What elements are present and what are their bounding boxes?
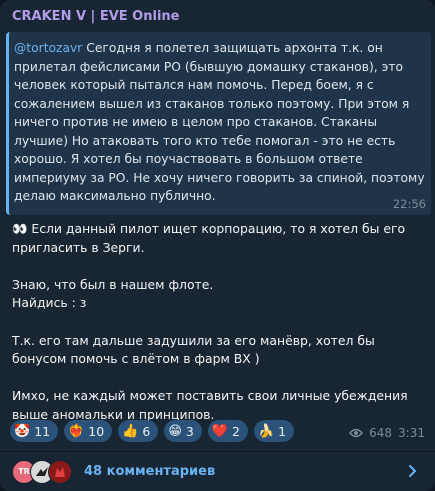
post-meta: 648 3:31	[349, 426, 425, 440]
quote-body: Сегодня я полетел защищать архонта т.к. …	[14, 41, 425, 203]
reaction-clown[interactable]: 🤡 11	[10, 420, 59, 442]
reaction-count: 10	[88, 423, 105, 439]
reaction-heart-on-fire[interactable]: ❤️‍🔥 10	[64, 420, 113, 442]
avatar	[48, 459, 72, 484]
reaction-thumbs-up[interactable]: 👍 6	[118, 420, 159, 442]
heart-on-fire-icon: ❤️‍🔥	[68, 423, 85, 439]
eye-icon	[349, 428, 364, 438]
reaction-count: 3	[185, 423, 194, 439]
reaction-count: 11	[34, 423, 51, 439]
reactions-bar: 🤡 11 ❤️‍🔥 10 👍 6 😁 3 ❤️ 2 🍌 1	[10, 420, 295, 444]
commenter-avatars: TR	[12, 459, 76, 484]
thumbs-up-icon: 👍	[122, 423, 139, 439]
post-body: 👀 Если данный пилот ищет корпорацию, то …	[12, 221, 408, 422]
grinning-face-icon: 😁	[168, 423, 182, 439]
chevron-right-icon	[409, 465, 417, 477]
banana-icon: 🍌	[257, 423, 275, 439]
reaction-heart[interactable]: ❤️ 2	[207, 420, 248, 442]
clown-face-icon: 🤡	[14, 423, 31, 439]
channel-post: CRAKEN V | EVE Online @tortozavr Сегодня…	[0, 0, 435, 491]
mention-link[interactable]: @tortozavr	[14, 41, 82, 55]
dragon-icon	[55, 466, 65, 477]
reaction-count: 2	[232, 423, 240, 439]
reaction-banana[interactable]: 🍌 1	[253, 420, 295, 442]
reaction-count: 6	[142, 423, 151, 439]
reaction-count: 1	[278, 423, 287, 439]
reply-quote[interactable]: @tortozavr Сегодня я полетел защищать ар…	[6, 32, 431, 215]
comments-count-label: 48 комментариев	[84, 464, 216, 479]
quote-timestamp: 22:56	[392, 197, 426, 211]
reaction-grin[interactable]: 😁 3	[164, 420, 202, 442]
quote-text: @tortozavr Сегодня я полетел защищать ар…	[14, 39, 430, 206]
channel-name[interactable]: CRAKEN V | EVE Online	[12, 9, 179, 24]
view-count: 648	[369, 426, 393, 440]
red-heart-icon: ❤️	[211, 423, 229, 439]
comments-button[interactable]: TR 48 комментариев	[0, 452, 435, 491]
post-timestamp: 3:31	[398, 426, 425, 440]
